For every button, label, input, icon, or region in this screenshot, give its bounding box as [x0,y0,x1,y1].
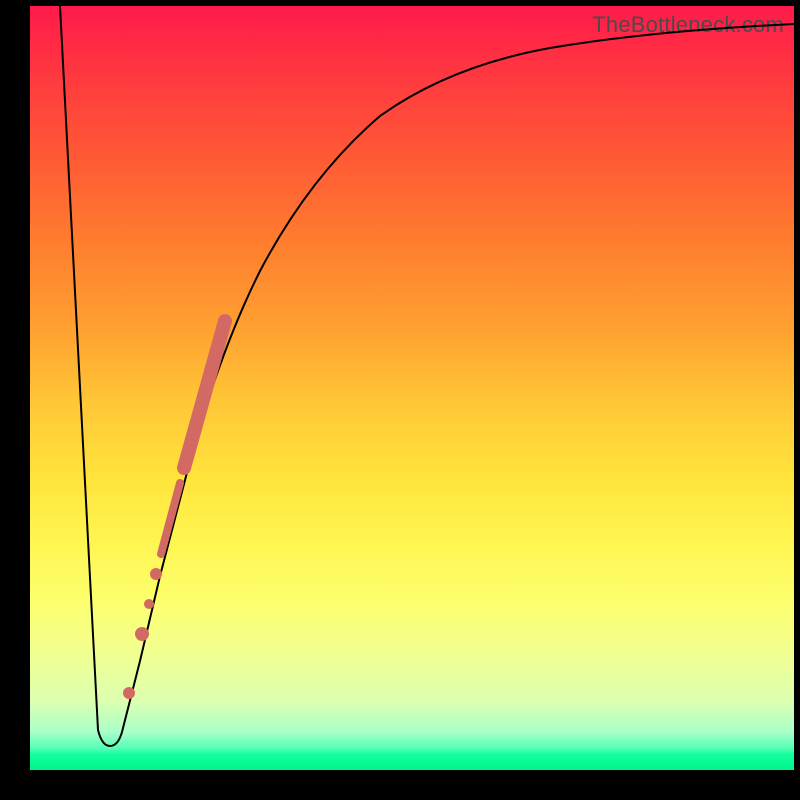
highlight-segment-mid [161,483,180,554]
chart-container: TheBottleneck.com [0,0,800,800]
highlight-dot-1 [150,568,162,580]
highlight-segment-upper [184,321,225,468]
highlight-dot-4 [123,687,135,699]
curve-layer [30,6,794,770]
highlight-dot-2 [144,599,154,609]
bottleneck-curve [60,6,794,746]
highlight-dot-3 [135,627,149,641]
plot-area: TheBottleneck.com [30,6,794,770]
